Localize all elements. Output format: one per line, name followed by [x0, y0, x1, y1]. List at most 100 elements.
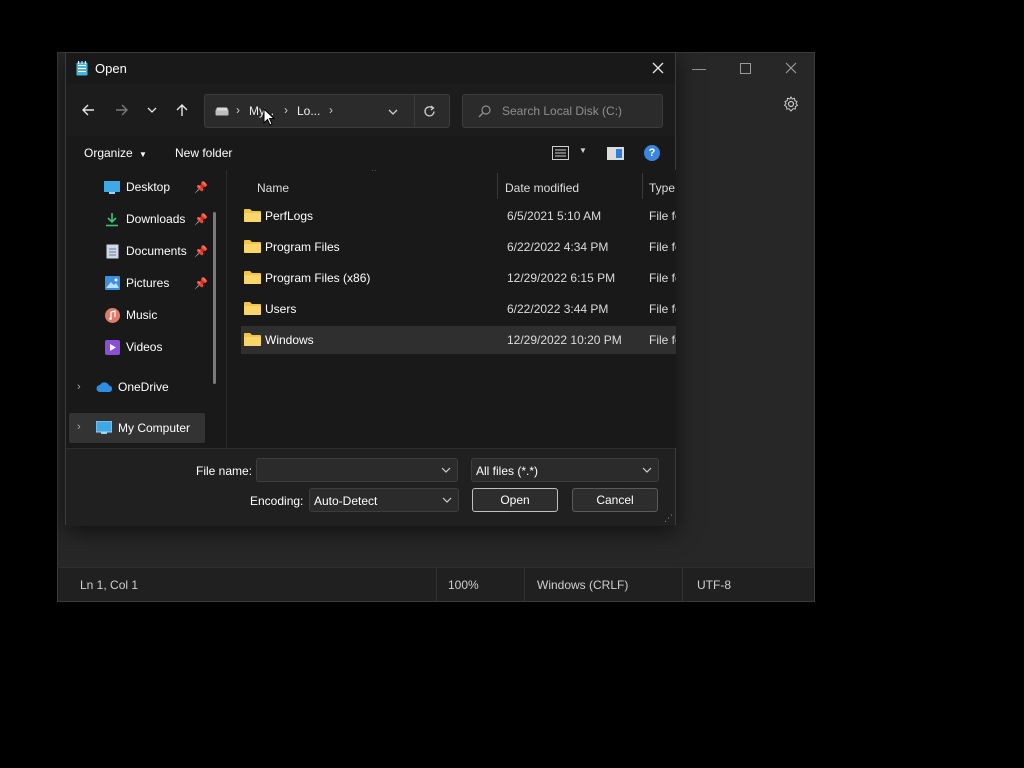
column-header-name[interactable]: Name [257, 175, 289, 201]
file-type: File fo [649, 333, 676, 347]
file-name: Users [265, 302, 297, 316]
up-button[interactable] [170, 98, 194, 122]
file-date: 6/22/2022 3:44 PM [507, 302, 609, 316]
dialog-titlebar: Open [66, 53, 675, 84]
videos-icon [104, 339, 120, 355]
close-window-button[interactable] [768, 53, 814, 83]
settings-gear-icon[interactable] [782, 95, 800, 113]
address-bar[interactable]: › My... › Lo... › [204, 94, 450, 128]
minimize-button[interactable]: — [676, 53, 722, 83]
file-name: Program Files [265, 240, 340, 254]
file-date: 6/5/2021 5:10 AM [507, 209, 602, 223]
arrow-left-icon [82, 104, 94, 116]
file-row[interactable]: Program Files (x86) 12/29/2022 6:15 PM F… [241, 264, 676, 292]
computer-icon [96, 420, 112, 436]
refresh-icon[interactable] [423, 105, 436, 118]
file-name: Windows [265, 333, 314, 347]
breadcrumb-chevron-icon: › [284, 103, 288, 117]
recent-locations-button[interactable] [141, 98, 163, 122]
search-box[interactable]: Search Local Disk (C:) [462, 94, 663, 128]
file-list: ⌃ Name Date modified Type PerfLogs 6/5/2… [226, 170, 676, 448]
pin-icon: 📌 [194, 278, 208, 290]
onedrive-cloud-icon [96, 379, 112, 395]
view-options-button[interactable]: ▼ [552, 146, 587, 163]
open-file-dialog: Open › My... › Lo... › Search Local Disk… [65, 52, 676, 526]
nav-pane-scrollbar[interactable] [213, 212, 216, 384]
new-folder-button[interactable]: New folder [175, 146, 232, 160]
folder-icon [244, 271, 261, 284]
column-header-date[interactable]: Date modified [505, 175, 579, 201]
expand-chevron-icon[interactable]: › [77, 381, 81, 393]
nav-item-pictures[interactable]: Pictures [104, 269, 169, 297]
forward-button[interactable] [110, 98, 134, 122]
help-icon[interactable]: ? [644, 145, 660, 161]
encoding-select[interactable]: Auto-Detect [309, 488, 459, 512]
chevron-down-icon [642, 467, 652, 473]
folder-icon [244, 209, 261, 222]
filename-input[interactable] [256, 458, 458, 482]
nav-item-label: OneDrive [118, 380, 169, 394]
caret-down-icon: ▼ [139, 150, 147, 159]
column-header-type[interactable]: Type [649, 175, 675, 201]
search-icon [478, 105, 491, 118]
file-row-selected[interactable]: Windows 12/29/2022 10:20 PM File fo [241, 326, 676, 354]
file-type: File fo [649, 209, 676, 223]
nav-item-label: Pictures [126, 276, 170, 290]
nav-item-onedrive[interactable]: OneDrive [96, 373, 169, 401]
file-row[interactable]: Users 6/22/2022 3:44 PM File fo [241, 295, 676, 323]
arrow-up-icon [176, 104, 188, 116]
encoding-value: Auto-Detect [314, 494, 378, 508]
file-type-filter-select[interactable]: All files (*.*) [471, 458, 659, 482]
status-bar: Ln 1, Col 1 100% Windows (CRLF) UTF-8 [58, 567, 814, 601]
command-bar: Organize ▼ New folder ▼ ? [66, 136, 675, 170]
nav-item-my-computer[interactable]: My Computer [96, 414, 190, 442]
nav-item-label: Desktop [126, 180, 171, 194]
pin-icon: 📌 [194, 246, 208, 258]
folder-icon [244, 240, 261, 253]
open-button[interactable]: Open [472, 488, 558, 512]
status-divider [682, 568, 683, 601]
close-icon [652, 62, 664, 74]
file-type: File fo [649, 240, 676, 254]
file-row[interactable]: PerfLogs 6/5/2021 5:10 AM File fo [241, 202, 676, 230]
column-separator[interactable] [642, 173, 643, 199]
nav-item-documents[interactable]: Documents [104, 237, 187, 265]
breadcrumb-chevron-icon: › [329, 103, 333, 117]
chevron-down-icon [147, 107, 157, 113]
navigation-row: › My... › Lo... › Search Local Disk (C:) [66, 84, 675, 136]
preview-pane-icon[interactable] [607, 147, 624, 160]
file-date: 12/29/2022 10:20 PM [507, 333, 622, 347]
nav-item-videos[interactable]: Videos [104, 333, 162, 361]
address-dropdown-icon[interactable] [388, 108, 398, 116]
cancel-button[interactable]: Cancel [572, 488, 658, 512]
music-icon [104, 307, 120, 323]
folder-icon [244, 302, 261, 315]
cursor-position: Ln 1, Col 1 [80, 577, 139, 592]
documents-icon [104, 243, 120, 259]
encoding-label: Encoding: [250, 494, 304, 508]
file-type: File fo [649, 271, 676, 285]
file-row[interactable]: Program Files 6/22/2022 4:34 PM File fo [241, 233, 676, 261]
dialog-close-button[interactable] [641, 53, 675, 83]
back-button[interactable] [76, 98, 100, 122]
folder-icon [244, 333, 261, 346]
dialog-title: Open [95, 61, 127, 76]
file-name: Program Files (x86) [265, 271, 371, 285]
nav-item-downloads[interactable]: Downloads [104, 205, 185, 233]
column-separator[interactable] [497, 173, 498, 199]
file-date: 6/22/2022 4:34 PM [507, 240, 609, 254]
nav-item-label: Downloads [126, 212, 186, 226]
chevron-down-icon [442, 497, 452, 503]
resize-grip-icon[interactable]: ⋰ [664, 513, 673, 524]
maximize-button[interactable] [722, 53, 768, 83]
pin-icon: 📌 [194, 214, 208, 226]
nav-item-music[interactable]: Music [104, 301, 157, 329]
organize-button[interactable]: Organize ▼ [84, 146, 147, 160]
zoom-level: 100% [448, 577, 479, 592]
arrow-right-icon [116, 104, 128, 116]
organize-label: Organize [84, 146, 133, 160]
expand-chevron-icon[interactable]: › [77, 421, 81, 433]
breadcrumb-local-disk[interactable]: Lo... [297, 104, 320, 118]
nav-item-desktop[interactable]: Desktop [104, 173, 170, 201]
chevron-down-icon[interactable] [441, 467, 451, 474]
